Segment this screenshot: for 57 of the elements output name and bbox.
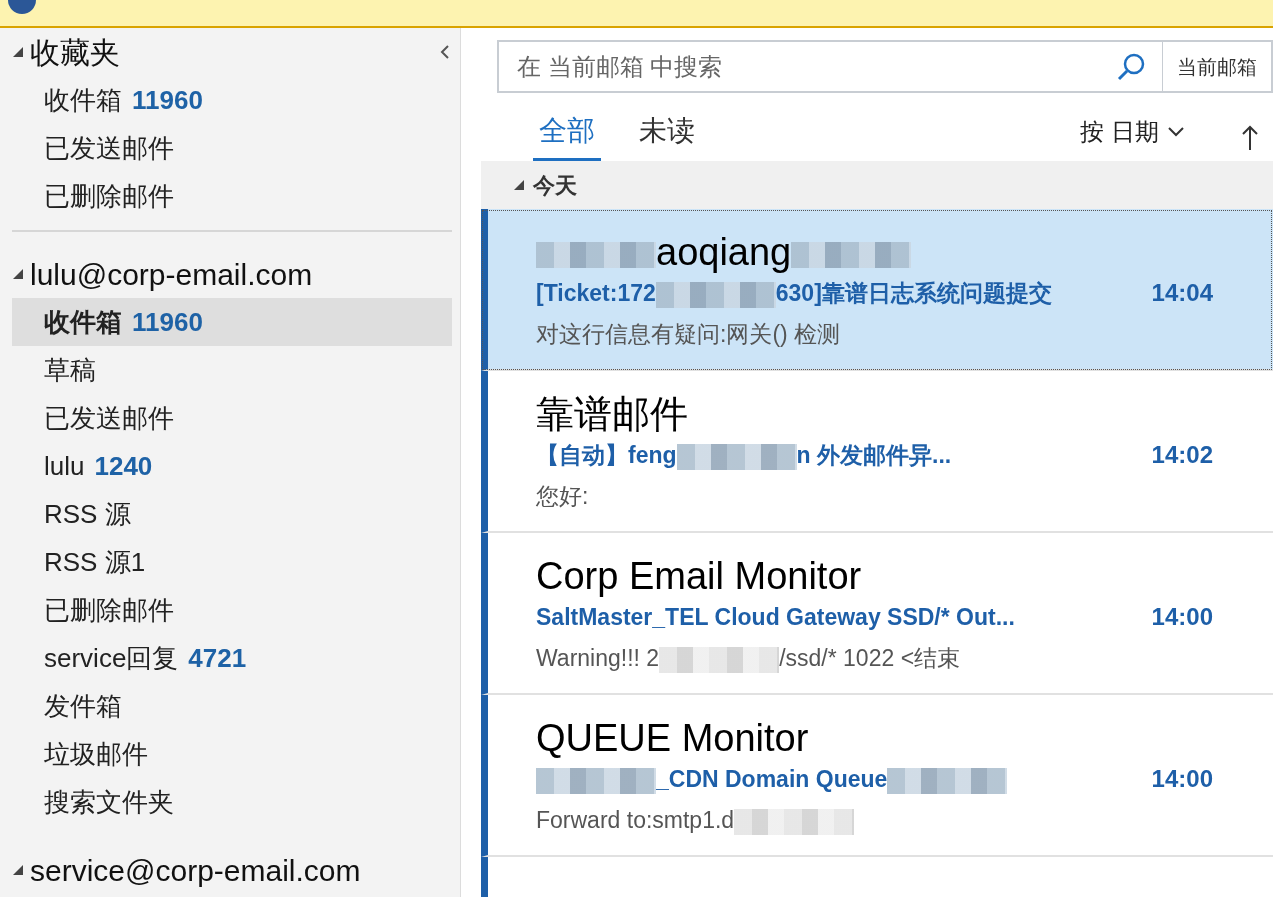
sender-name: Corp Email Monitor <box>536 555 862 597</box>
message-time: 14:02 <box>1151 440 1213 470</box>
folder-item[interactable]: 已发送邮件 <box>12 124 452 172</box>
preview-text: /ssd/* 1022 <结束 <box>779 645 961 671</box>
preview-text: Forward to:smtp1.d <box>536 807 735 833</box>
preview-text: 您好: <box>536 483 589 509</box>
unread-count: 1240 <box>94 449 153 483</box>
subject-text: [Ticket:172 <box>536 279 656 306</box>
folder-label: lulu <box>44 449 85 483</box>
folder-item[interactable]: 发件箱 <box>12 682 452 730</box>
message-item[interactable]: Corp Email Monitor SaltMaster_TEL Cloud Gateway SSD/* Out... 14:00 Warning!!! 2 /ssd/* 1022 <结束 <box>481 533 1273 695</box>
folder-label: 收件箱 <box>44 83 122 117</box>
folder-group-title[interactable]: lulu@corp-email.com <box>30 251 313 297</box>
unread-count: 4721 <box>188 641 247 675</box>
folder-item[interactable]: 已删除邮件 <box>12 172 452 220</box>
message-item[interactable]: aoqiang [Ticket:172 630]靠谱日志系统问题提交 14:04 对这行信息有疑问:网关() 检测 <box>481 209 1273 371</box>
message-time: 14:00 <box>1151 764 1213 794</box>
sender-name: QUEUE Monitor <box>536 717 809 759</box>
preview-text: Warning!!! 2 <box>536 645 660 671</box>
sender-name: aoqiang <box>656 231 792 273</box>
folder-group-title[interactable]: service@corp-email.com <box>30 847 361 893</box>
group-header: 今天 <box>533 171 577 200</box>
collapse-triangle-icon[interactable] <box>513 179 525 191</box>
folder-item[interactable]: 垃圾邮件 <box>12 730 452 778</box>
message-time: 14:04 <box>1151 278 1213 308</box>
folder-item[interactable]: 已删除邮件 <box>12 586 452 634</box>
subject-text: _CDN Domain Queue <box>656 765 888 792</box>
folder-item[interactable]: 草稿 <box>12 346 452 394</box>
subject-text: 630]靠谱日志系统问题提交 <box>775 279 1052 306</box>
sort-button[interactable]: 按 日期 <box>1074 113 1191 151</box>
message-item[interactable]: QUEUE Monitor _CDN Domain Queue 14:00 Forward to:smtp1.d <box>481 695 1273 857</box>
folder-item[interactable]: RSS 源 <box>12 490 452 538</box>
preview-text: 对这行信息有疑问:网关() 检测 <box>536 321 841 347</box>
collapse-triangle-icon[interactable] <box>12 864 24 876</box>
collapse-chevron-icon[interactable] <box>438 44 452 60</box>
message-time: 14:00 <box>1151 602 1213 632</box>
sort-direction-arrow-icon[interactable] <box>1241 125 1259 151</box>
folder-item[interactable]: 已发送邮件 <box>12 394 452 442</box>
folder-item[interactable]: 搜索文件夹 <box>12 778 452 826</box>
unread-count: 11960 <box>132 305 203 339</box>
subject-text: SaltMaster_TEL Cloud Gateway SSD/* Out... <box>536 603 1015 630</box>
search-field[interactable]: 在 当前邮箱 中搜索 当前邮箱 <box>497 40 1273 93</box>
folder-item[interactable]: RSS 源1 <box>12 538 452 586</box>
filter-tab[interactable]: 未读 <box>633 109 701 161</box>
folder-label: 收件箱 <box>44 305 122 339</box>
subject-text: n 外发邮件异... <box>796 441 952 468</box>
folder-group-title[interactable]: 收藏夹 <box>30 29 120 75</box>
subject-text: 【自动】feng <box>536 441 677 468</box>
collapse-triangle-icon[interactable] <box>12 46 24 58</box>
caret-icon <box>1167 126 1185 138</box>
collapse-triangle-icon[interactable] <box>12 268 24 280</box>
unread-count: 11960 <box>132 83 203 117</box>
message-item[interactable]: 靠谱邮件 【自动】feng n 外发邮件异... 14:02 您好: <box>481 371 1273 533</box>
search-scope-button[interactable]: 当前邮箱 <box>1162 42 1271 91</box>
sender-name: 靠谱邮件 <box>536 393 688 435</box>
sort-label: 按 日期 <box>1080 117 1159 147</box>
folder-label: service回复 <box>44 641 179 675</box>
